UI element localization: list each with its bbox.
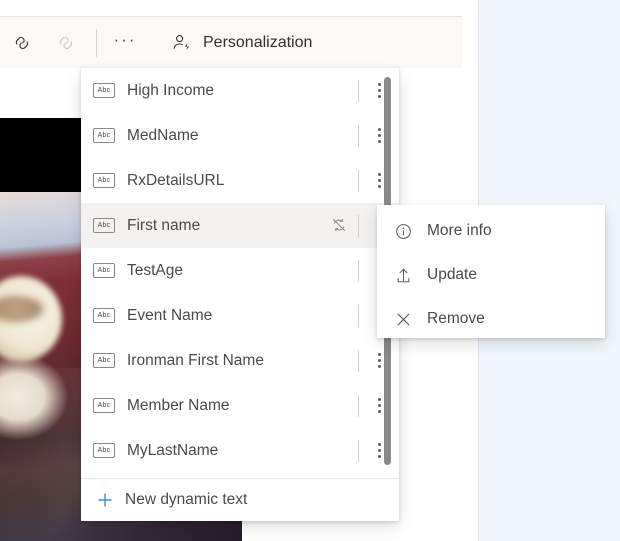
overflow-menu-button[interactable]: ··· <box>105 23 145 63</box>
context-menu-item-remove[interactable]: Remove <box>377 297 605 341</box>
abc-text-field-icon: Abc <box>93 173 115 188</box>
abc-text-field-icon: Abc <box>93 128 115 143</box>
toolbar-divider <box>96 29 97 57</box>
dynamic-text-row[interactable]: Abc Ironman First Name <box>81 338 399 383</box>
abc-text-field-icon: Abc <box>93 443 115 458</box>
abc-text-field-icon: Abc <box>93 83 115 98</box>
abc-text-field-icon: Abc <box>93 308 115 323</box>
dynamic-text-row-label: MedName <box>127 127 358 145</box>
sync-disabled-icon <box>330 216 350 236</box>
abc-text-field-icon: Abc <box>93 398 115 413</box>
abc-text-field-icon: Abc <box>93 218 115 233</box>
context-menu-label: Remove <box>427 310 485 328</box>
dynamic-text-row-label: Member Name <box>127 397 358 415</box>
new-dynamic-text-label: New dynamic text <box>125 491 247 509</box>
dynamic-text-row-label: TestAge <box>127 262 358 280</box>
abc-text-field-icon: Abc <box>93 263 115 278</box>
screen: ··· Personalization Abc High Income Abc Med… <box>0 0 620 541</box>
close-x-icon <box>393 309 413 329</box>
new-dynamic-text-button[interactable]: New dynamic text <box>81 479 399 521</box>
context-menu-item-update[interactable]: Update <box>377 253 605 297</box>
dynamic-text-row-label: Event Name <box>127 307 358 325</box>
dynamic-text-row[interactable]: Abc MedName <box>81 113 399 158</box>
dynamic-text-row-label: RxDetailsURL <box>127 172 358 190</box>
dynamic-text-row[interactable]: Abc Event Name <box>81 293 399 338</box>
dynamic-text-row[interactable]: Abc High Income <box>81 68 399 113</box>
upload-arrow-icon <box>393 265 413 285</box>
dynamic-text-row-label: MyLastName <box>127 442 358 460</box>
dynamic-text-list[interactable]: AbcHigh IncomeAbcMedNameAbcRxDetailsURLA… <box>81 68 399 478</box>
unlink-button[interactable] <box>44 23 88 63</box>
dynamic-text-row[interactable]: Abc MyLastName <box>81 428 399 473</box>
dynamic-text-row[interactable]: Abc Member Name <box>81 383 399 428</box>
link-broken-icon <box>56 33 76 53</box>
dynamic-text-row-label: High Income <box>127 82 358 100</box>
dynamic-text-row[interactable]: Abc TestAge <box>81 248 399 293</box>
context-menu-label: More info <box>427 222 492 240</box>
link-button[interactable] <box>0 23 44 63</box>
personalization-label: Personalization <box>203 34 312 52</box>
dynamic-text-row[interactable]: Abc First name <box>81 203 399 248</box>
link-icon <box>12 33 32 53</box>
toolbar: ··· Personalization <box>0 16 462 68</box>
dynamic-text-dropdown: AbcHigh IncomeAbcMedNameAbcRxDetailsURLA… <box>81 68 399 521</box>
dynamic-text-row-label: Ironman First Name <box>127 352 358 370</box>
row-context-menu: More info Update Remove <box>377 205 605 338</box>
plus-icon <box>95 490 115 510</box>
person-settings-icon <box>171 32 193 54</box>
context-menu-item-more-info[interactable]: More info <box>377 209 605 253</box>
personalization-button[interactable]: Personalization <box>171 32 312 54</box>
dynamic-text-row-label: First name <box>127 217 330 235</box>
dynamic-text-row[interactable]: Abc RxDetailsURL <box>81 158 399 203</box>
abc-text-field-icon: Abc <box>93 353 115 368</box>
info-circle-icon <box>393 221 413 241</box>
context-menu-label: Update <box>427 266 477 284</box>
